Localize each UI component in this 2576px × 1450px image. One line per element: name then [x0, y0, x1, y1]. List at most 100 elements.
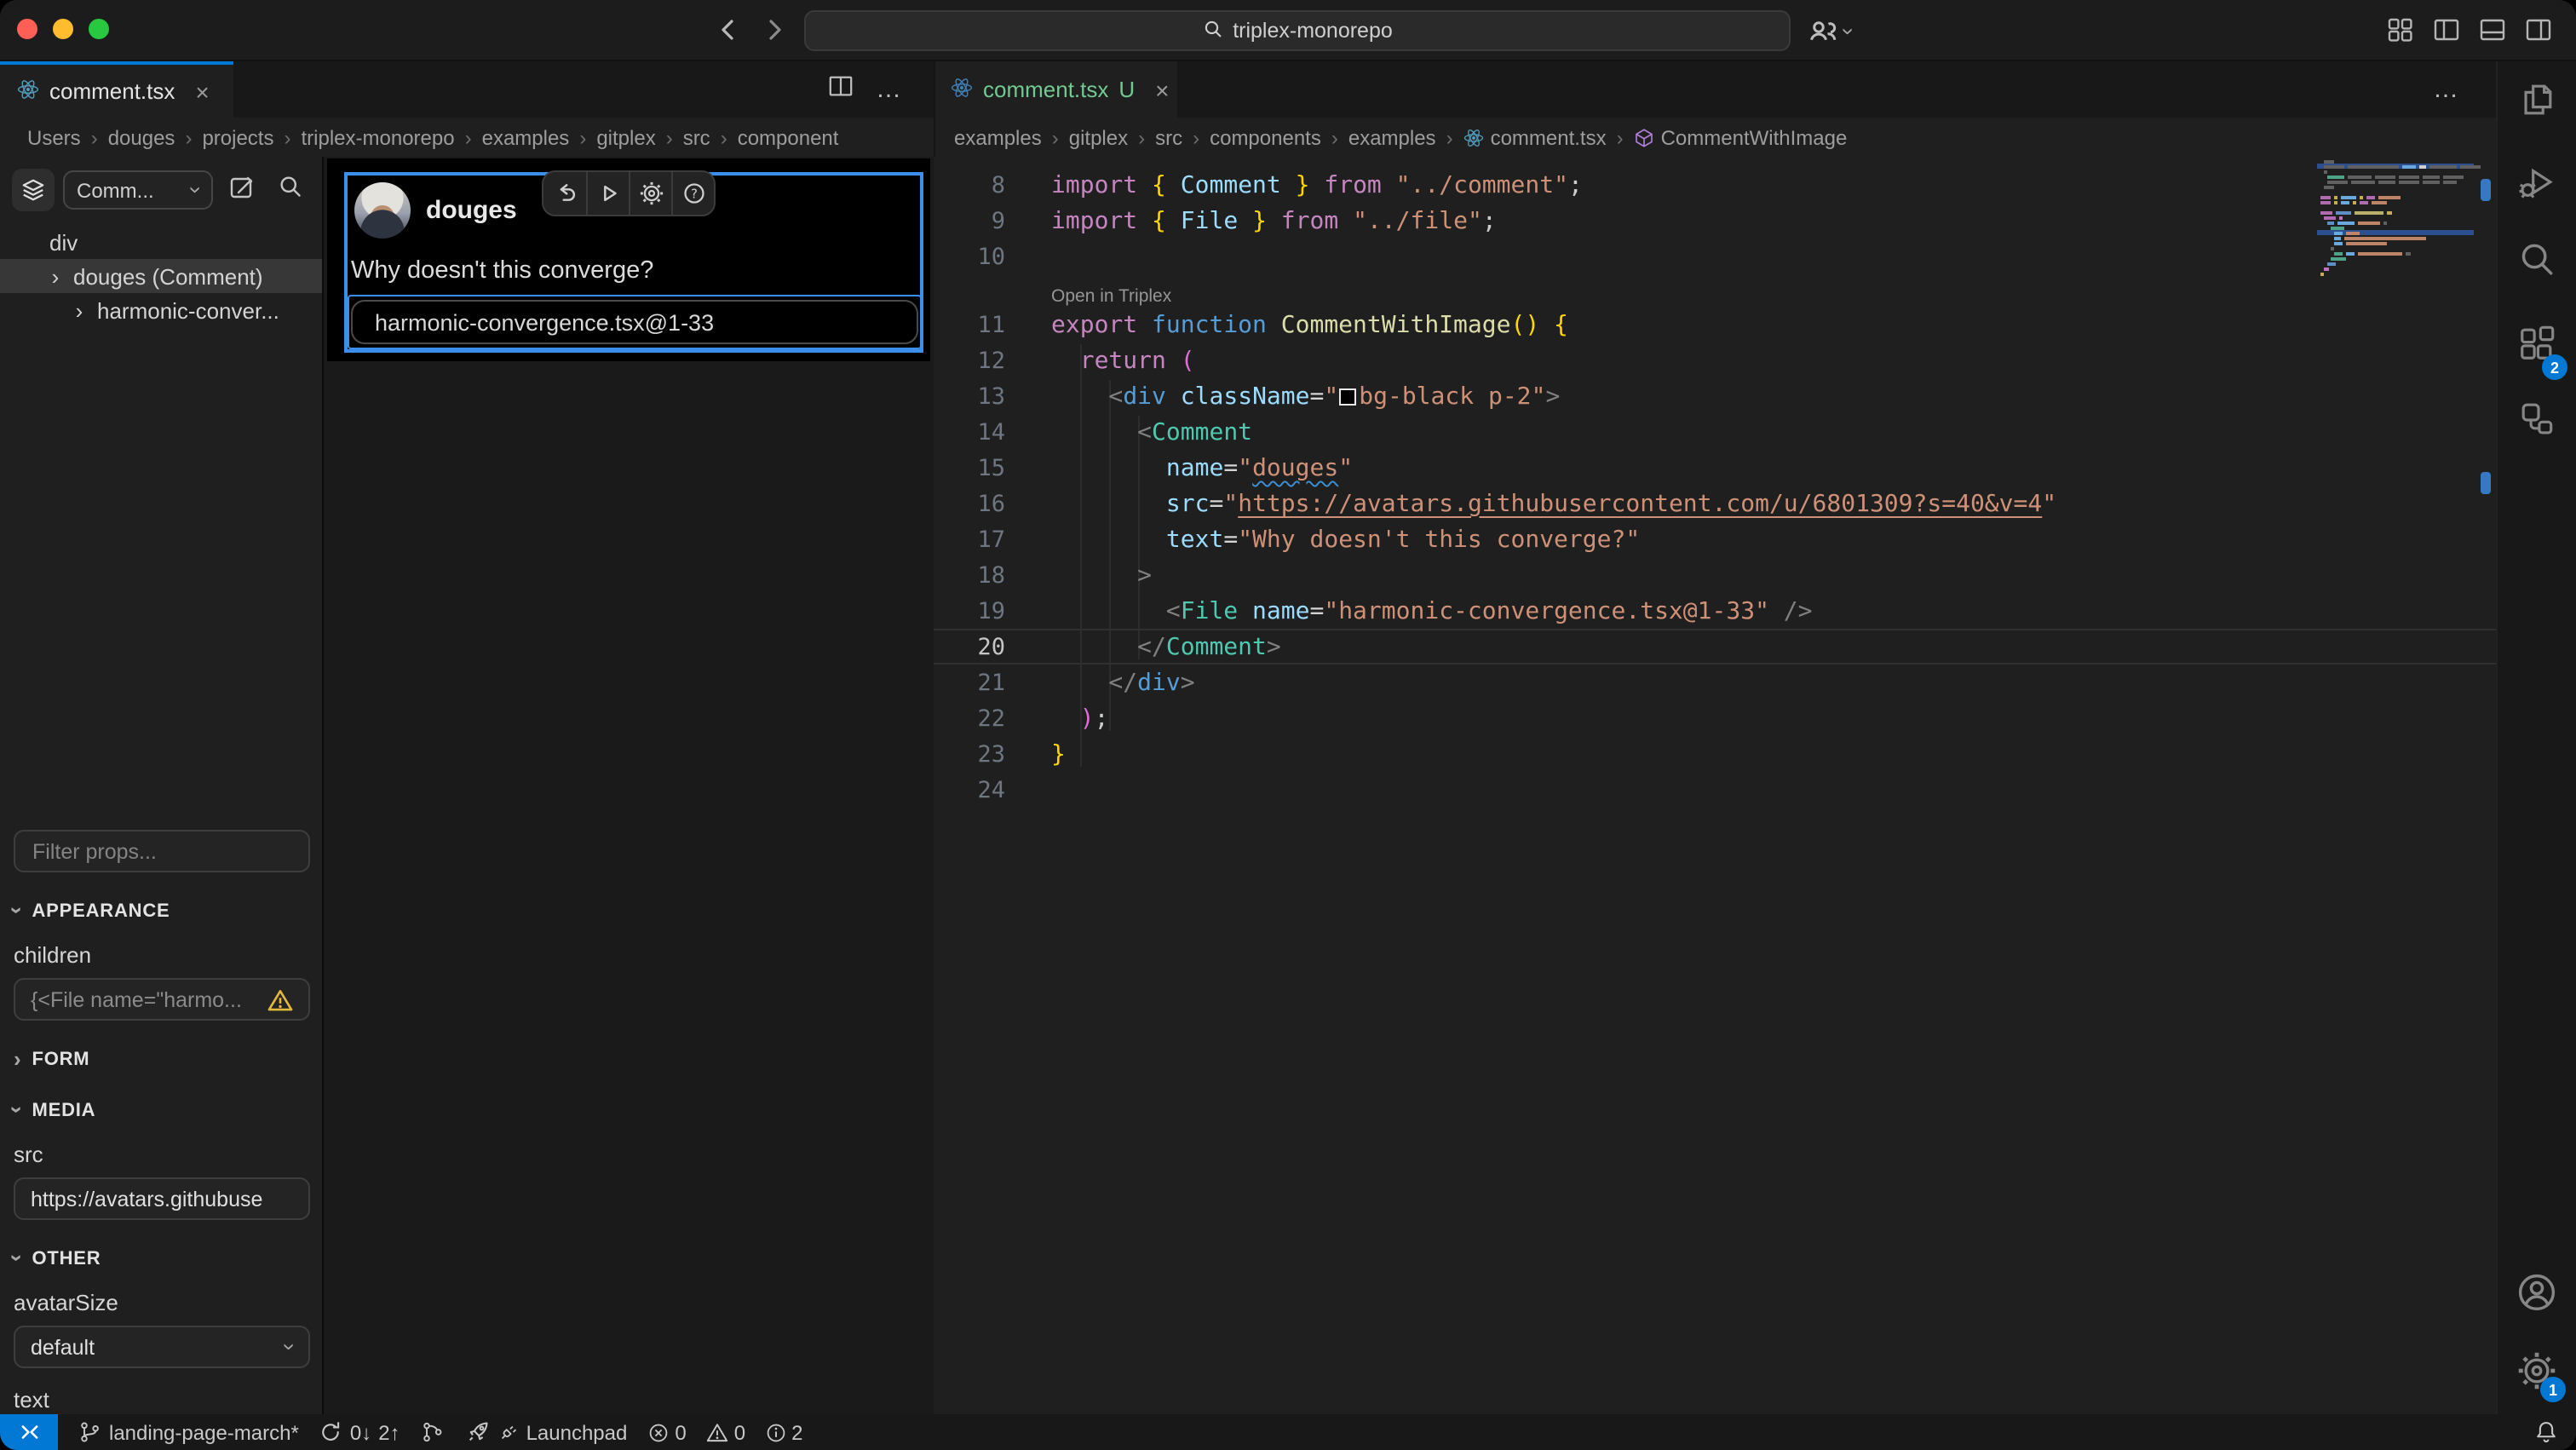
code-line-8[interactable]: 8import { Comment } from "../comment";	[934, 167, 2496, 203]
run-debug-icon[interactable]	[2517, 164, 2556, 211]
avatar	[354, 182, 411, 239]
breadcrumb-item-gitplex[interactable]: gitplex	[596, 125, 655, 149]
account-icon[interactable]	[2516, 1271, 2558, 1322]
toggle-panel-icon[interactable]	[2479, 15, 2506, 53]
svg-text:?: ?	[690, 186, 697, 201]
tab-label: comment.tsx	[983, 77, 1108, 102]
split-editor-icon[interactable]	[828, 72, 854, 106]
prop-input-src[interactable]: https://avatars.githubuse	[14, 1177, 310, 1220]
section-header-appearance[interactable]: ›APPEARANCE	[14, 898, 310, 924]
toggle-secondary-sidebar-icon[interactable]	[2525, 15, 2552, 53]
git-branch-item[interactable]: landing-page-march*	[78, 1419, 299, 1445]
prop-select-avatarsize[interactable]: default›	[14, 1326, 310, 1368]
customize-layout-icon[interactable]	[2387, 15, 2414, 53]
section-header-media[interactable]: ›MEDIA	[14, 1097, 310, 1123]
triplex-view-icon[interactable]	[2517, 399, 2556, 446]
breadcrumb-item-component[interactable]: component	[738, 125, 839, 149]
breadcrumb-item-comment-tsx[interactable]: comment.tsx	[1463, 125, 1607, 149]
more-actions-icon[interactable]: …	[2433, 75, 2460, 104]
code-line-19[interactable]: 19 <File name="harmonic-convergence.tsx@…	[934, 593, 2496, 629]
code-line-12[interactable]: 12 return (	[934, 342, 2496, 378]
explorer-icon[interactable]	[2517, 80, 2556, 128]
layers-button[interactable]	[12, 169, 55, 211]
code-line-20[interactable]: 20 </Comment>	[934, 629, 2496, 665]
breadcrumb-item-examples[interactable]: examples	[954, 125, 1042, 149]
breadcrumb-item-examples[interactable]: examples	[482, 125, 570, 149]
tree-item-harmonic-conver-[interactable]: ›harmonic-conver...	[0, 293, 322, 327]
close-tab-icon[interactable]: ×	[1155, 76, 1169, 103]
titlebar: triplex-monorepo ›	[0, 0, 2576, 61]
git-sync-item[interactable]: 0↓ 2↑	[319, 1419, 400, 1445]
minimap[interactable]	[2317, 157, 2474, 463]
breadcrumb-item-src[interactable]: src	[683, 125, 710, 149]
comment-text: Why doesn't this converge?	[351, 257, 653, 285]
code-line-23[interactable]: 23}	[934, 736, 2496, 772]
launchpad-item[interactable]: Launchpad	[465, 1419, 628, 1445]
help-button[interactable]: ?	[671, 172, 714, 215]
chevron-right-icon: ›	[37, 263, 73, 289]
breadcrumb-separator: ›	[1617, 125, 1624, 149]
breadcrumb-item-commentwithimage[interactable]: CommentWithImage	[1634, 125, 1848, 149]
component-select[interactable]: Comm... ›	[63, 170, 213, 210]
breadcrumb-item-users[interactable]: Users	[27, 125, 81, 149]
breadcrumb-item-components[interactable]: components	[1210, 125, 1321, 149]
notifications-bell[interactable]	[2533, 1419, 2559, 1445]
forward-icon[interactable]	[762, 15, 787, 53]
plug-icon	[497, 1421, 520, 1443]
tab-comment-tsx-left[interactable]: comment.tsx ×	[0, 61, 233, 118]
code-line-22[interactable]: 22 );	[934, 700, 2496, 736]
profiles-menu[interactable]: ›	[1806, 14, 1853, 48]
tree-item-douges-comment-[interactable]: ›douges (Comment)	[0, 259, 322, 293]
section-header-other[interactable]: ›OTHER	[14, 1246, 310, 1271]
settings-button[interactable]	[629, 172, 671, 215]
code-line-10[interactable]: 10	[934, 239, 2496, 274]
breadcrumb-item-projects[interactable]: projects	[202, 125, 273, 149]
code-line-9[interactable]: 9import { File } from "../file";	[934, 203, 2496, 239]
source-control-graph-item[interactable]	[421, 1419, 445, 1445]
breadcrumb-item-src[interactable]: src	[1155, 125, 1182, 149]
section-header-form[interactable]: ›FORM	[14, 1046, 310, 1072]
codelens-open-in-triplex[interactable]: Open in Triplex	[934, 274, 2496, 307]
code-line-14[interactable]: 14 <Comment	[934, 414, 2496, 450]
prop-input-children[interactable]: {<File name="harmo...	[14, 978, 310, 1021]
problems-item[interactable]: 0 0 2	[647, 1420, 802, 1444]
git-untracked-badge: U	[1118, 77, 1135, 102]
triplex-preview-canvas[interactable]: douges Why doesn't this converge? harmon…	[324, 157, 934, 1414]
toggle-primary-sidebar-icon[interactable]	[2433, 15, 2460, 53]
close-tab-icon[interactable]: ×	[195, 78, 209, 105]
line-number: 21	[934, 669, 1005, 696]
tab-comment-tsx-right[interactable]: comment.tsx U ×	[934, 61, 1177, 118]
search-icon[interactable]	[278, 174, 303, 208]
back-icon[interactable]	[716, 15, 741, 53]
close-window-button[interactable]	[17, 19, 37, 39]
code-line-21[interactable]: 21 </div>	[934, 665, 2496, 700]
url-link[interactable]: https://avatars.githubusercontent.com/u/…	[1238, 490, 2042, 517]
minimize-window-button[interactable]	[53, 19, 73, 39]
more-actions-icon[interactable]: …	[876, 75, 903, 104]
code-line-13[interactable]: 13 <div className="bg-black p-2">	[934, 378, 2496, 414]
chevron-right-icon: ›	[61, 297, 97, 323]
remote-indicator[interactable]	[0, 1414, 58, 1450]
search-icon[interactable]	[2517, 240, 2556, 288]
line-content: </Comment>	[1051, 633, 1281, 660]
code-line-11[interactable]: 11export function CommentWithImage() {	[934, 307, 2496, 342]
code-editor[interactable]: 8import { Comment } from "../comment";9i…	[934, 157, 2496, 1414]
undo-button[interactable]	[543, 172, 586, 215]
code-line-17[interactable]: 17 text="Why doesn't this converge?"	[934, 521, 2496, 557]
code-line-18[interactable]: 18 >	[934, 557, 2496, 593]
breadcrumb-item-gitplex[interactable]: gitplex	[1069, 125, 1128, 149]
section-title: APPEARANCE	[32, 900, 170, 921]
tree-item-div[interactable]: div	[0, 225, 322, 259]
command-center-search[interactable]: triplex-monorepo	[804, 10, 1791, 51]
code-line-15[interactable]: 15 name="douges"	[934, 450, 2496, 486]
breadcrumb-item-triplex-monorepo[interactable]: triplex-monorepo	[302, 125, 455, 149]
breadcrumb-item-douges[interactable]: douges	[108, 125, 175, 149]
code-line-24[interactable]: 24	[934, 772, 2496, 808]
breadcrumb-item-examples[interactable]: examples	[1348, 125, 1436, 149]
code-line-16[interactable]: 16 src="https://avatars.githubuserconten…	[934, 486, 2496, 521]
new-component-icon[interactable]	[228, 174, 256, 210]
zoom-window-button[interactable]	[89, 19, 109, 39]
file-chip[interactable]: harmonic-convergence.tsx@1-33	[351, 300, 918, 344]
filter-props-input[interactable]: Filter props...	[14, 830, 310, 872]
play-button[interactable]	[586, 172, 629, 215]
